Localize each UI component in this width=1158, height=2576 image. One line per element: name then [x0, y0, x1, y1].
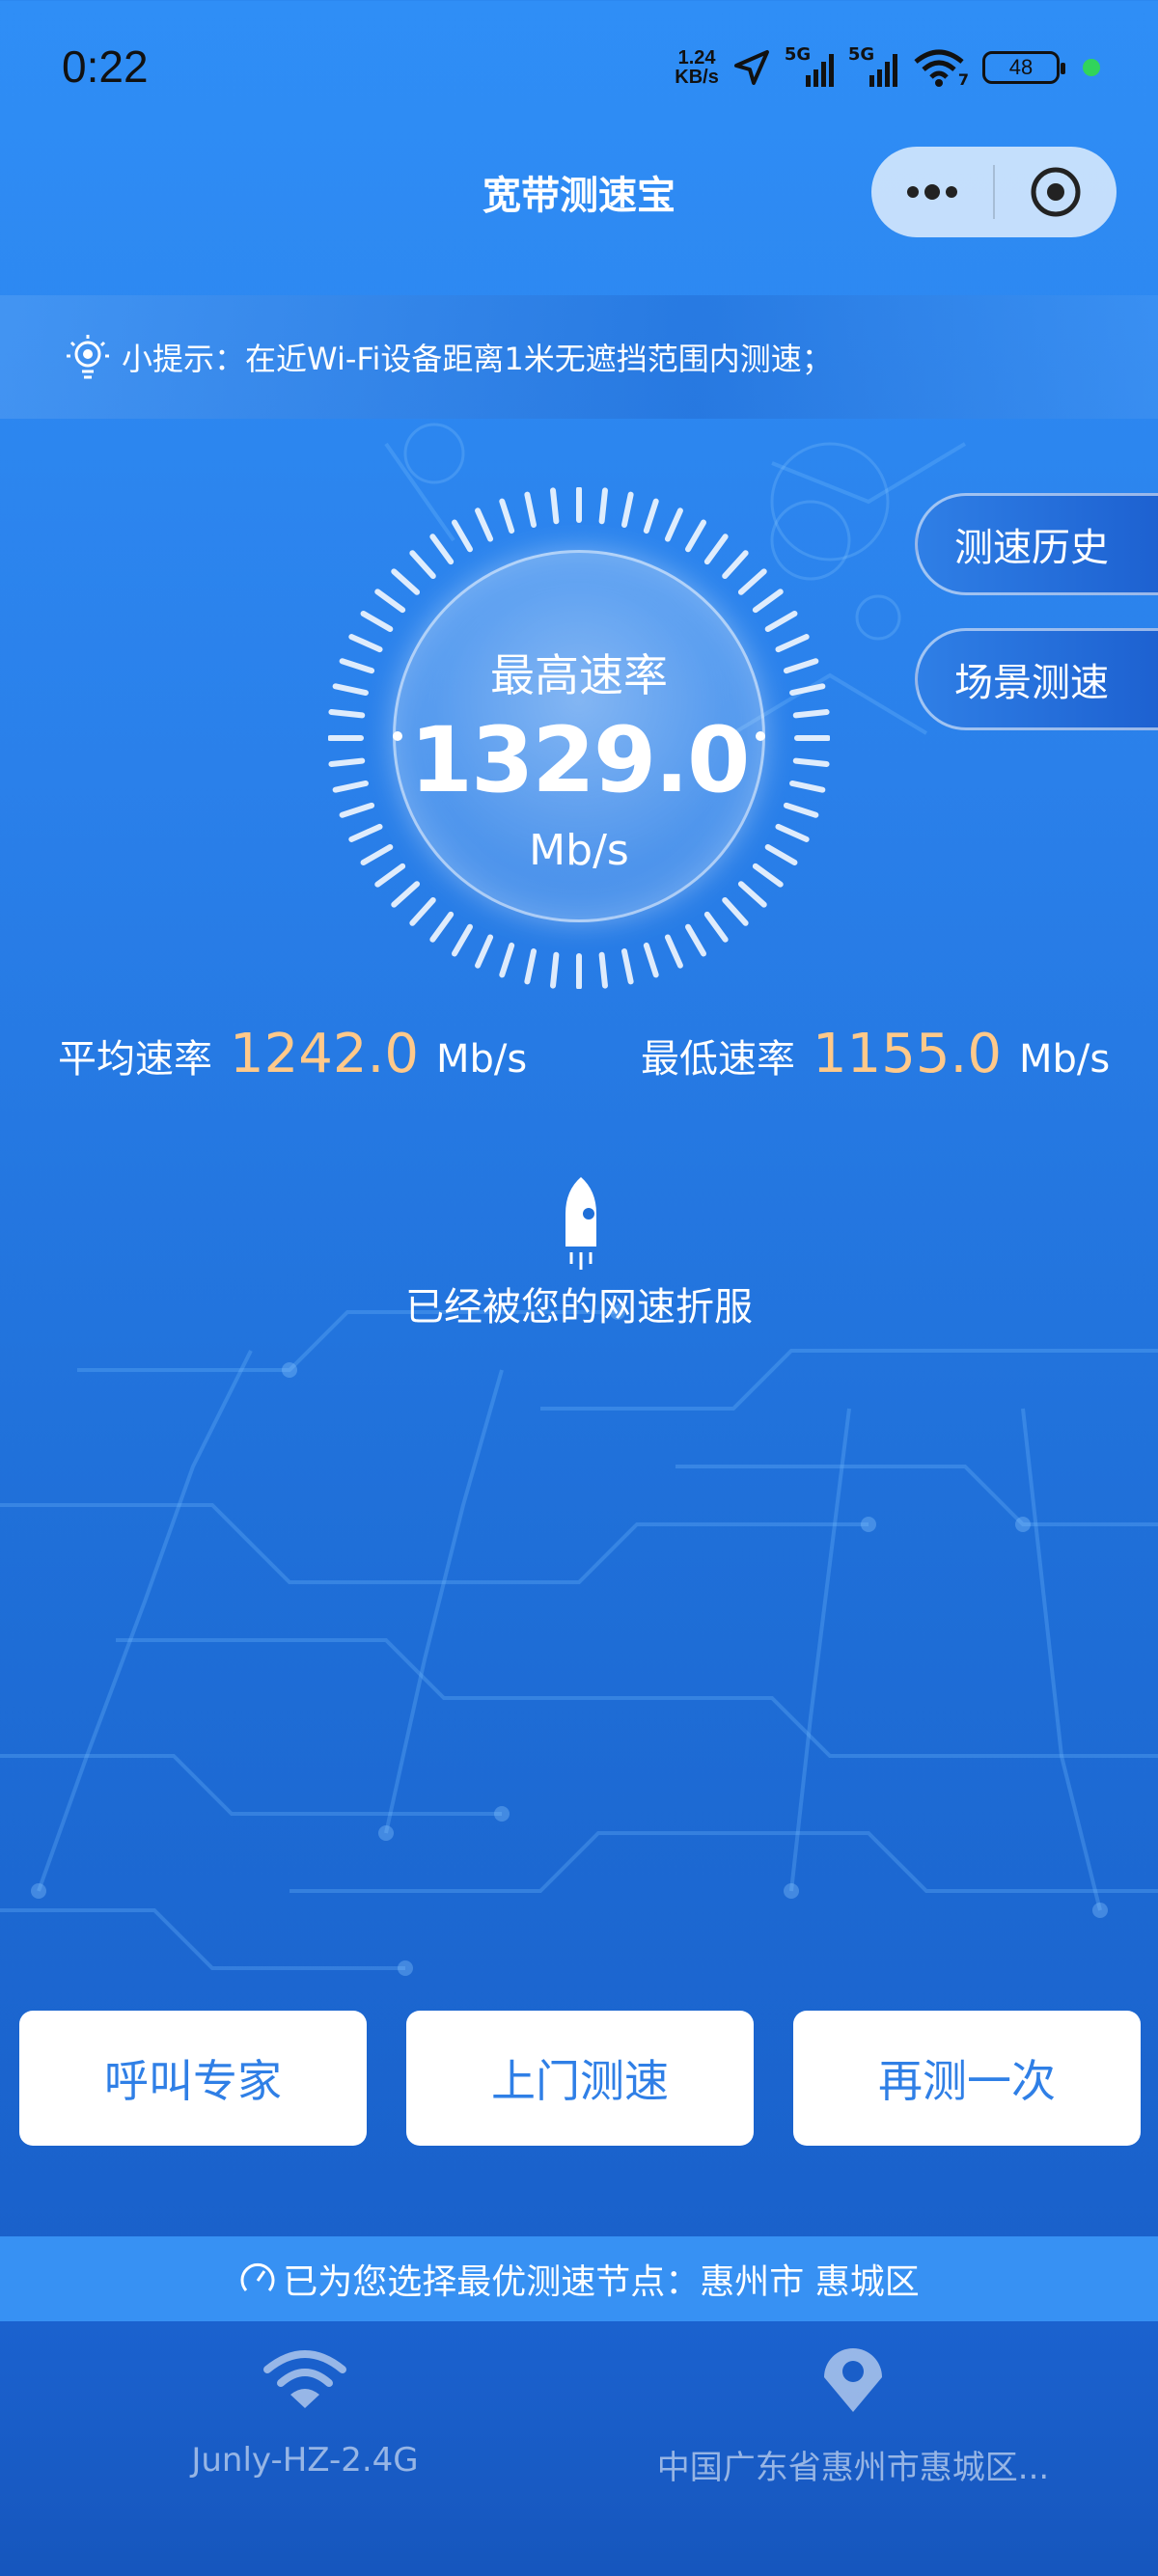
network-speed-indicator: 1.24 KB/s	[675, 48, 719, 87]
test-node-text: 已为您选择最优测速节点：惠州市 惠城区	[283, 2262, 920, 2302]
gauge-tick	[339, 658, 375, 674]
wifi-icon	[263, 2350, 346, 2408]
close-mini-program-button[interactable]	[995, 147, 1117, 237]
retest-button[interactable]: 再测一次	[793, 2011, 1141, 2146]
status-icons: 1.24 KB/s 5G 5G 7 48	[675, 39, 1100, 96]
cell-signal-2: 5G	[847, 44, 898, 89]
speedometer-icon	[240, 2262, 275, 2291]
gauge-tick	[792, 757, 830, 767]
gauge-tick	[452, 519, 473, 553]
gauge-tick	[452, 923, 473, 957]
gauge-tick	[339, 802, 375, 818]
minimum-speed-label: 最低速率	[641, 1037, 795, 1082]
gauge-tick	[332, 683, 369, 697]
bottom-info-panel: Junly-HZ-2.4G 中国广东省惠州市惠城区...	[0, 2321, 1158, 2576]
rocket-icon	[565, 1177, 596, 1270]
gauge-tick	[792, 709, 830, 719]
gauge-tick	[783, 658, 819, 674]
average-speed-value: 1242.0	[230, 1023, 419, 1085]
gauge-tick	[685, 519, 706, 553]
max-speed-value: 1329.0	[409, 708, 751, 813]
speed-history-button[interactable]: 测速历史	[915, 493, 1158, 595]
gauge-tick	[598, 951, 608, 989]
minimum-speed-unit: Mb/s	[1018, 1037, 1111, 1082]
location-arrow-icon	[733, 50, 769, 85]
signal-1-label: 5G	[784, 44, 812, 65]
privacy-dot-icon	[1083, 59, 1100, 76]
wifi-info[interactable]: Junly-HZ-2.4G	[15, 2321, 594, 2576]
gauge-tick	[775, 823, 810, 842]
gauge-tick	[348, 823, 383, 842]
call-expert-button[interactable]: 呼叫专家	[19, 2011, 367, 2146]
scene-test-button[interactable]: 场景测速	[915, 628, 1158, 730]
gauge-tick	[328, 757, 366, 767]
gauge-tick	[328, 709, 366, 719]
average-speed-stat: 平均速率 1242.0 Mb/s	[58, 1023, 527, 1090]
gauge-tick	[783, 802, 819, 818]
target-circle-icon	[1031, 167, 1081, 217]
gauge-tick	[598, 487, 608, 525]
status-bar: 0:22 1.24 KB/s 5G 5G 7 48	[0, 0, 1158, 135]
gauge-tick	[764, 611, 798, 632]
gauge-tick	[643, 498, 659, 534]
location-info[interactable]: 中国广东省惠州市惠城区...	[564, 2321, 1143, 2576]
tip-banner: 小提示：在近Wi-Fi设备距离1米无遮挡范围内测速；	[0, 295, 1158, 419]
location-text: 中国广东省惠州市惠城区...	[656, 2449, 1050, 2487]
gauge-tick	[550, 487, 560, 525]
gauge-tick	[664, 934, 683, 969]
test-node-bar: 已为您选择最优测速节点：惠州市 惠城区	[0, 2236, 1158, 2321]
minimum-speed-value: 1155.0	[813, 1023, 1002, 1085]
max-speed-unit: Mb/s	[529, 826, 629, 875]
wifi-label: 7	[957, 70, 969, 89]
tip-text: 小提示：在近Wi-Fi设备距离1米无遮挡范围内测速；	[122, 341, 833, 377]
gauge-tick	[550, 951, 560, 989]
gauge-tick	[499, 942, 515, 978]
minimum-speed-stat: 最低速率 1155.0 Mb/s	[641, 1023, 1110, 1090]
average-speed-unit: Mb/s	[435, 1037, 528, 1082]
wifi-name: Junly-HZ-2.4G	[191, 2441, 419, 2480]
gauge-tick	[620, 491, 634, 528]
gauge-tick	[524, 948, 538, 985]
gauge-tick	[475, 934, 494, 969]
signal-2-label: 5G	[847, 44, 875, 65]
gauge-tick	[643, 942, 659, 978]
gauge-tick	[348, 634, 383, 653]
gauge-tick	[664, 507, 683, 542]
gauge-tick	[685, 923, 706, 957]
battery-indicator: 48	[982, 51, 1065, 84]
gauge-tick	[499, 498, 515, 534]
onsite-test-button[interactable]: 上门测速	[406, 2011, 754, 2146]
result-message: 已经被您的网速折服	[405, 1285, 753, 1329]
location-pin-icon	[824, 2348, 882, 2412]
cell-signal-1: 5G	[784, 44, 835, 89]
gauge-tick	[620, 948, 634, 985]
gauge-tick	[332, 780, 369, 793]
gauge-tick	[775, 634, 810, 653]
max-speed-label: 最高速率	[490, 649, 668, 701]
average-speed-label: 平均速率	[58, 1037, 212, 1082]
gauge-tick	[524, 491, 538, 528]
more-dots-icon	[907, 184, 957, 200]
gauge-tick	[789, 683, 826, 697]
mini-program-capsule	[871, 147, 1117, 237]
more-button[interactable]	[871, 147, 993, 237]
lightbulb-icon	[67, 335, 109, 379]
gauge-tick	[475, 507, 494, 542]
network-speed-value: 1.24	[677, 47, 716, 69]
gauge-tick	[360, 611, 394, 632]
gauge-tick	[789, 780, 826, 793]
wifi-status: 7	[912, 46, 969, 89]
status-time: 0:22	[62, 41, 149, 92]
network-speed-unit: KB/s	[675, 67, 719, 88]
